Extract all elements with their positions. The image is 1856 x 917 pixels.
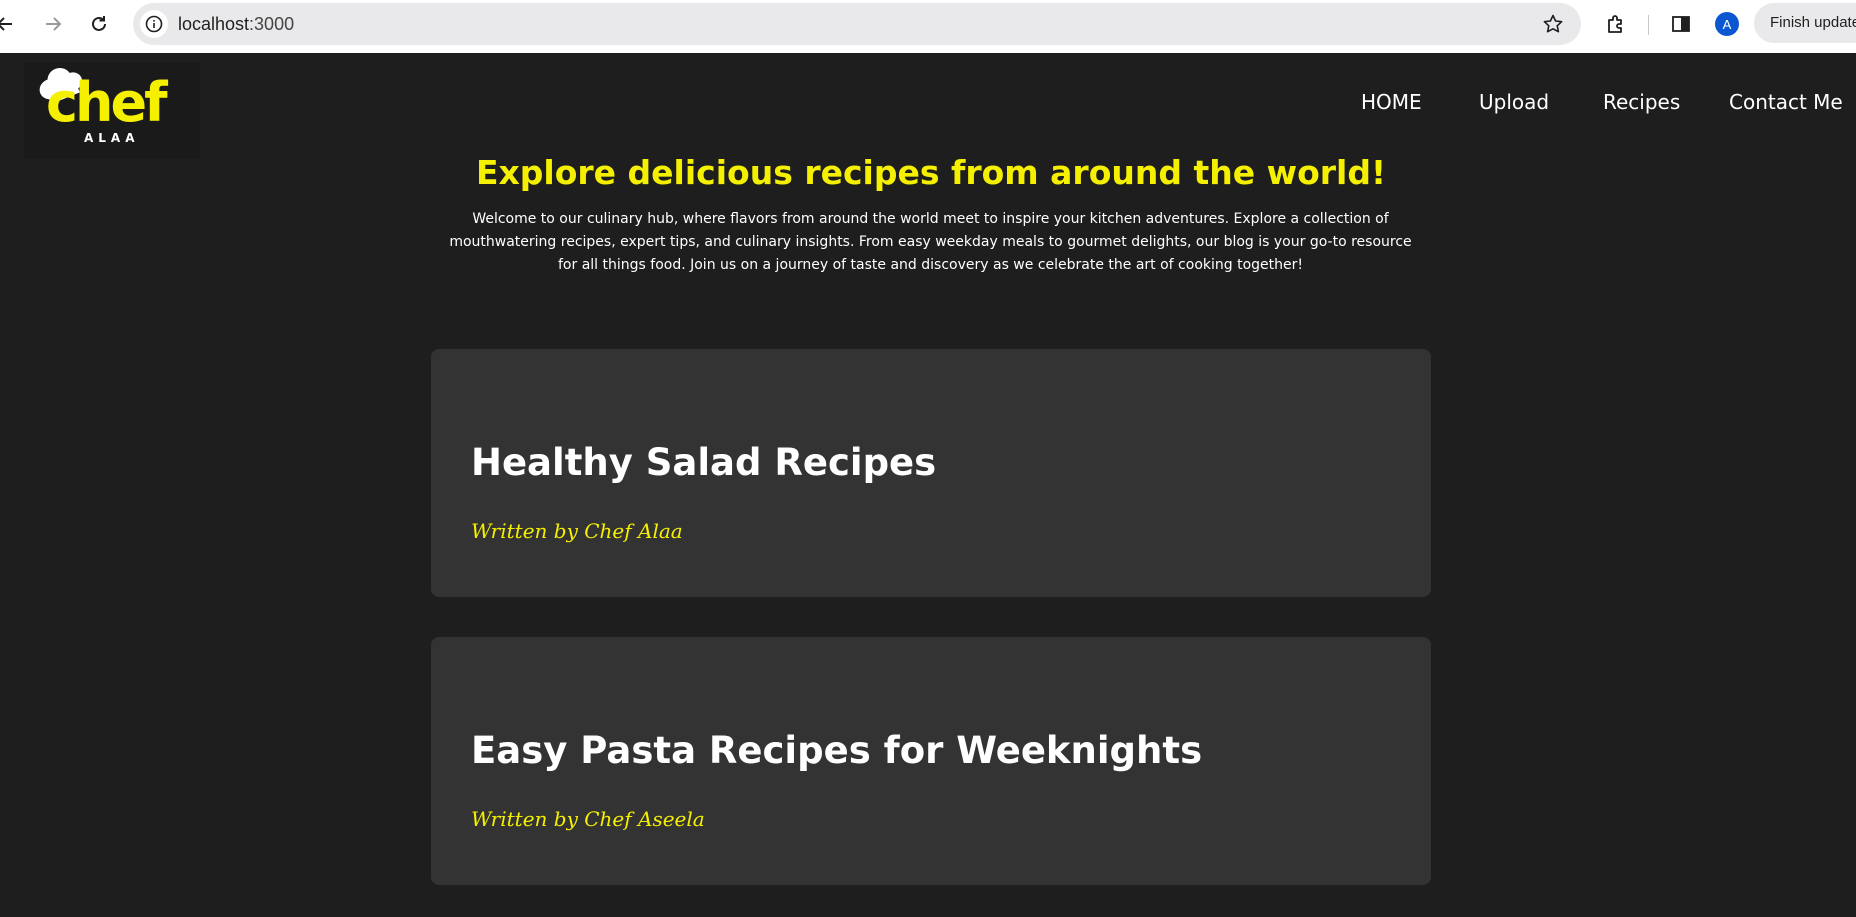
reload-icon[interactable]: [86, 11, 112, 37]
nav-home[interactable]: HOME: [1361, 90, 1422, 114]
hero-title: Explore delicious recipes from around th…: [475, 153, 1387, 192]
logo-sub-text: ALAA: [84, 131, 140, 145]
bookmark-star-icon[interactable]: [1541, 12, 1565, 36]
nav-contact[interactable]: Contact Me: [1729, 90, 1843, 114]
page-content: chef ALAA HOME Upload Recipes Contact Me…: [0, 53, 1856, 917]
nav-upload[interactable]: Upload: [1479, 90, 1549, 114]
browser-toolbar: localhost:3000 A Finish update: [0, 0, 1856, 53]
profile-avatar[interactable]: A: [1715, 12, 1739, 36]
extensions-puzzle-icon[interactable]: [1603, 11, 1629, 37]
forward-arrow-icon[interactable]: [40, 11, 66, 37]
finish-update-button[interactable]: Finish update: [1754, 3, 1856, 43]
url-port: :3000: [249, 14, 295, 34]
post-author: Written by Chef Alaa: [471, 519, 683, 543]
post-title[interactable]: Easy Pasta Recipes for Weeknights: [471, 729, 1202, 772]
url-text: localhost:3000: [178, 3, 294, 45]
logo-main-text: chef: [46, 71, 168, 134]
toolbar-divider: [1648, 15, 1649, 35]
address-bar[interactable]: localhost:3000: [133, 3, 1581, 45]
post-author: Written by Chef Aseela: [471, 807, 705, 831]
post-card[interactable]: Easy Pasta Recipes for Weeknights Writte…: [431, 637, 1431, 885]
hero-description: Welcome to our culinary hub, where flavo…: [449, 211, 1412, 273]
site-logo[interactable]: chef ALAA: [24, 63, 200, 159]
back-arrow-icon[interactable]: [0, 11, 18, 37]
side-panel-icon[interactable]: [1668, 11, 1694, 37]
site-info-icon[interactable]: [140, 10, 168, 38]
post-card[interactable]: Healthy Salad Recipes Written by Chef Al…: [431, 349, 1431, 597]
post-title[interactable]: Healthy Salad Recipes: [471, 441, 936, 484]
nav-recipes[interactable]: Recipes: [1603, 90, 1680, 114]
url-host: localhost: [178, 14, 250, 34]
